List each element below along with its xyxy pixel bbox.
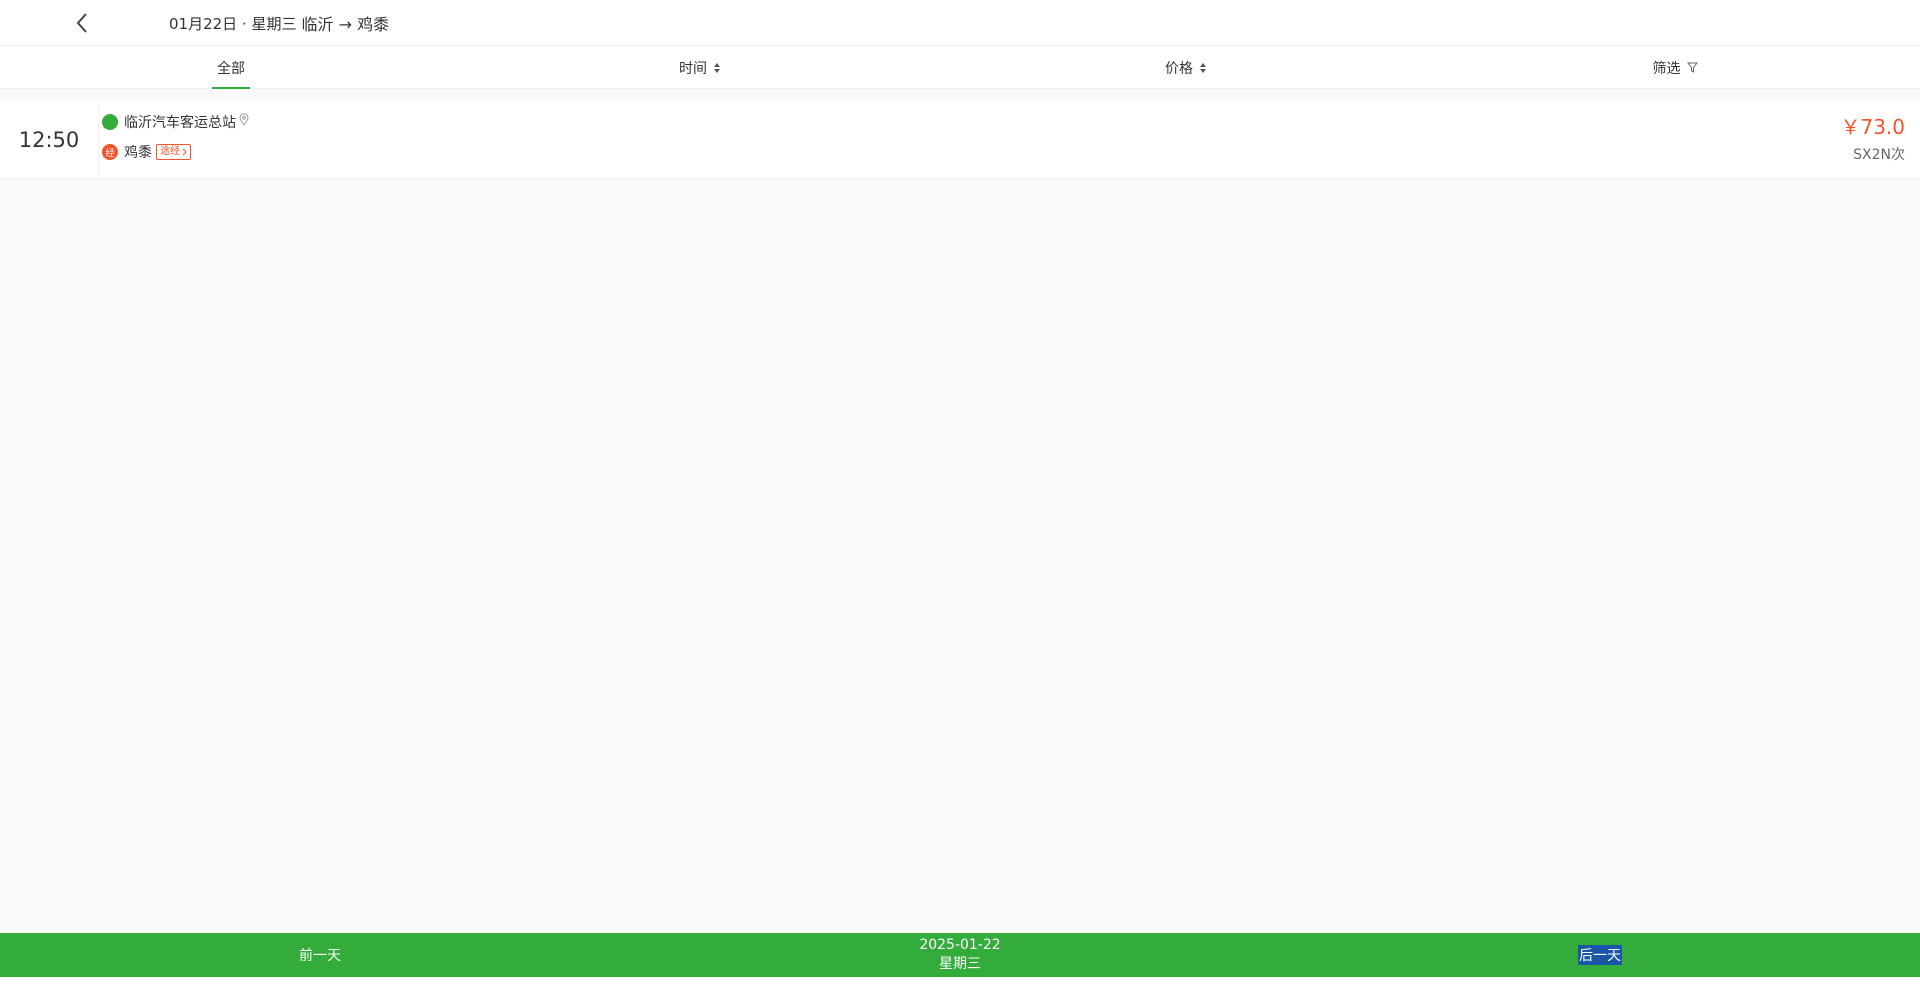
tab-filter-label: 筛选 <box>1652 60 1681 77</box>
page-title: 01月22日 · 星期三 临沂 → 鸡黍 <box>169 0 389 46</box>
current-date: 2025-01-22 <box>919 937 1001 953</box>
trip-item[interactable]: 12:50 临沂汽车客运总站 经 鸡黍 途经 ￥73.0 SX2N次 <box>0 101 1920 179</box>
tab-price[interactable]: 价格 <box>1156 46 1216 89</box>
start-dot-icon <box>102 114 118 130</box>
tab-all-label: 全部 <box>217 60 245 77</box>
departure-station: 临沂汽车客运总站 <box>124 115 236 131</box>
previous-day-button[interactable]: 前一天 <box>0 933 640 977</box>
bus-ticket-page: 01月22日 · 星期三 临沂 → 鸡黍 全部 时间 价格 筛选 12:50 临… <box>0 0 1920 999</box>
via-tag-label: 途经 <box>160 146 180 157</box>
ticket-price: ￥73.0 <box>1840 115 1905 139</box>
divider <box>98 101 99 179</box>
footer-area <box>0 977 1920 999</box>
arrival-station: 鸡黍 <box>124 145 152 161</box>
departure-time: 12:50 <box>18 128 80 152</box>
header: 01月22日 · 星期三 临沂 → 鸡黍 <box>0 0 1920 46</box>
back-button[interactable] <box>70 9 94 37</box>
current-weekday: 星期三 <box>939 956 981 972</box>
trip-number: SX2N次 <box>1853 147 1905 163</box>
tab-time-label: 时间 <box>679 60 707 77</box>
filter-icon <box>1686 62 1698 73</box>
tab-time[interactable]: 时间 <box>670 46 730 89</box>
current-date-button[interactable]: 2025-01-22 星期三 <box>640 933 1280 977</box>
next-day-button[interactable]: 后一天 <box>1280 933 1920 977</box>
chevron-left-icon <box>76 13 87 33</box>
location-pin-icon[interactable] <box>239 112 249 126</box>
arrival-station-row: 经 鸡黍 途经 <box>102 141 191 163</box>
departure-station-row: 临沂汽车客运总站 <box>102 111 249 133</box>
date-navigation-bar: 前一天 2025-01-22 星期三 后一天 <box>0 933 1920 977</box>
via-badge-icon: 经 <box>102 144 118 160</box>
header-route: 临沂 → 鸡黍 <box>301 15 390 34</box>
chevron-right-icon <box>182 148 187 156</box>
via-stops-tag[interactable]: 途经 <box>156 144 191 160</box>
previous-day-label: 前一天 <box>299 948 341 964</box>
header-date: 01月22日 · 星期三 <box>169 14 297 33</box>
sort-tabs: 全部 时间 价格 筛选 <box>0 46 1920 89</box>
trip-list: 12:50 临沂汽车客运总站 经 鸡黍 途经 ￥73.0 SX2N次 <box>0 89 1920 933</box>
tab-filter[interactable]: 筛选 <box>1645 46 1705 89</box>
tab-price-label: 价格 <box>1165 60 1193 77</box>
sort-icon <box>1200 62 1206 73</box>
next-day-label: 后一天 <box>1578 945 1622 965</box>
tab-all[interactable]: 全部 <box>212 46 250 89</box>
sort-icon <box>714 62 720 73</box>
